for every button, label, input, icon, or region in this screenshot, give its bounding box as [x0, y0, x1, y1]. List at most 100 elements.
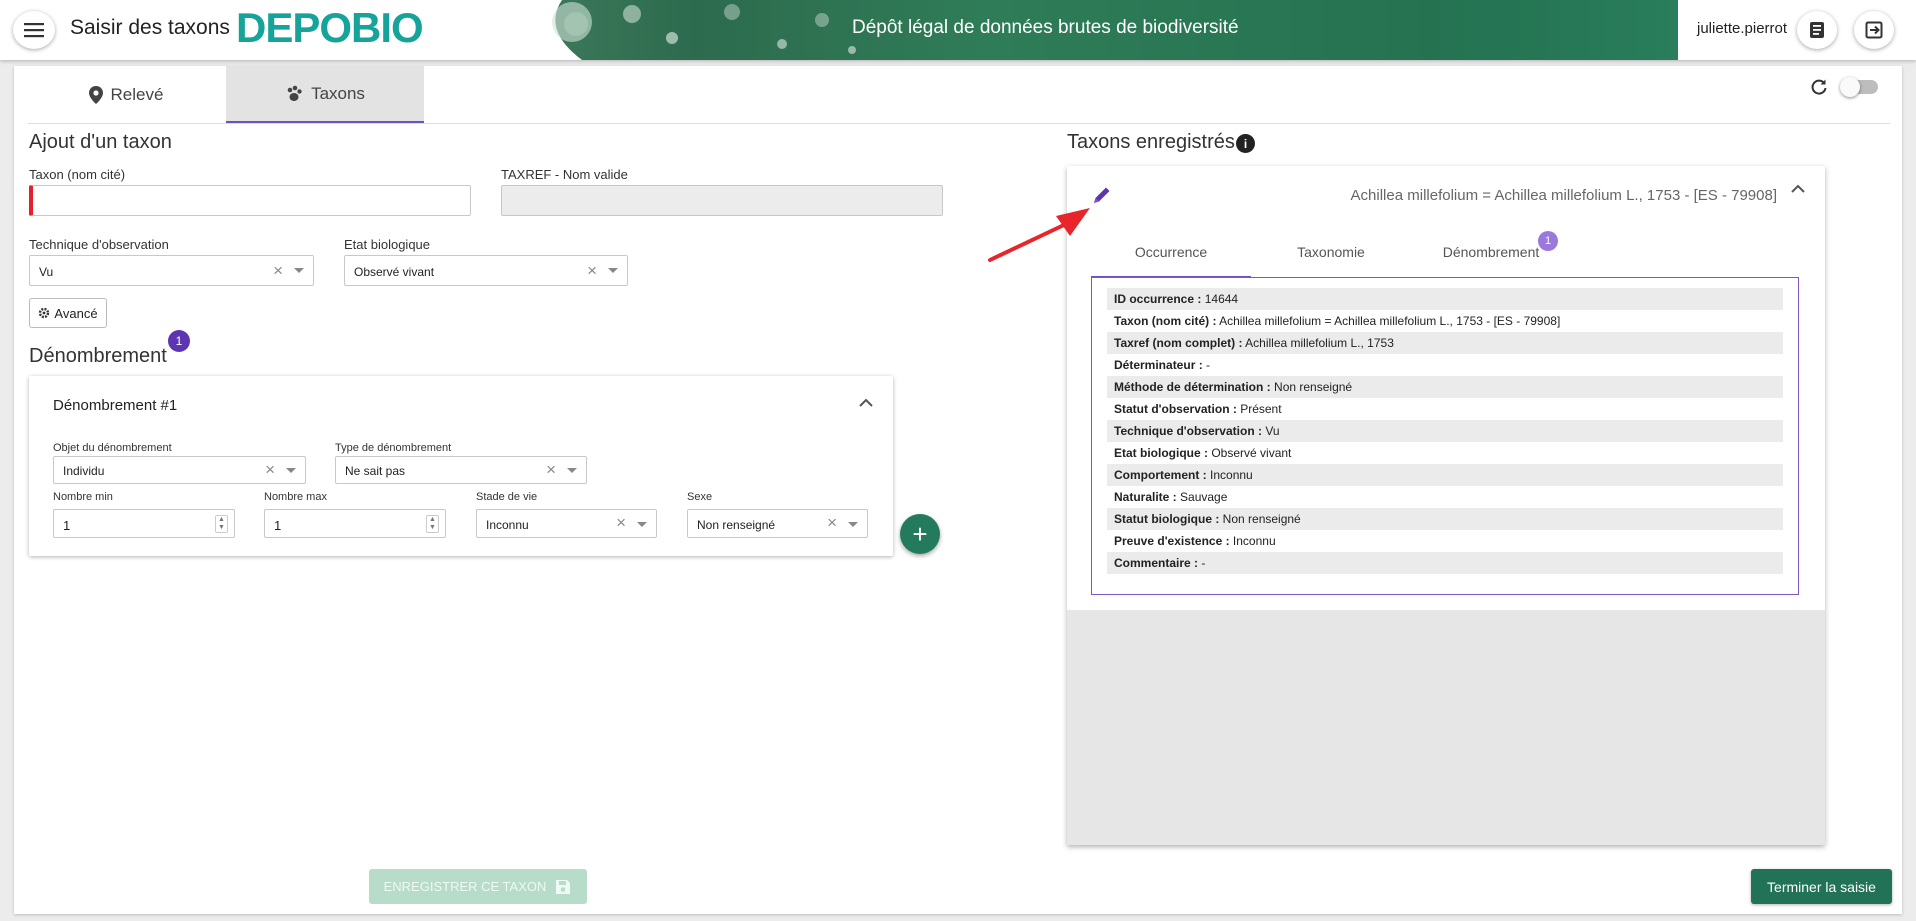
subtab-taxonomie[interactable]: Taxonomie: [1251, 244, 1411, 278]
stade-label: Stade de vie: [476, 491, 538, 503]
min-input[interactable]: 1 ▲ ▼: [53, 509, 235, 538]
detail-row: Etat biologique : Observé vivant: [1114, 446, 1292, 460]
detail-row: Preuve d'existence : Inconnu: [1114, 534, 1276, 548]
taxon-input[interactable]: [29, 185, 471, 216]
header-banner: Dépôt légal de données brutes de biodive…: [522, 0, 1678, 60]
saved-taxa-title: Taxons enregistrés: [1067, 131, 1235, 153]
clear-icon[interactable]: ×: [587, 261, 597, 281]
detail-row: Commentaire : -: [1107, 552, 1783, 574]
pencil-icon[interactable]: [1091, 184, 1113, 206]
banner-fade: [1428, 0, 1678, 60]
denombrement-title: Dénombrement: [29, 345, 167, 367]
book-icon: [1810, 22, 1824, 38]
logout-button[interactable]: [1854, 11, 1894, 49]
type-select[interactable]: Ne sait pas ×: [335, 456, 587, 484]
save-taxon-label: ENREGISTRER CE TAXON: [383, 879, 547, 894]
banner-text: Dépôt légal de données brutes de biodive…: [852, 17, 1239, 38]
sexe-select[interactable]: Non renseigné ×: [687, 509, 868, 538]
plus-icon: +: [912, 518, 928, 549]
etat-label: Etat biologique: [344, 237, 431, 252]
stade-value: Inconnu: [486, 518, 529, 532]
refresh-icon[interactable]: [1810, 78, 1828, 96]
gear-icon: [39, 307, 50, 319]
objet-value: Individu: [63, 464, 105, 478]
type-label: Type de dénombrement: [335, 442, 452, 454]
taxon-card: Achillea millefolium = Achillea millefol…: [1067, 166, 1825, 610]
user-name: juliette.pierrot: [1697, 20, 1788, 37]
spinner-icon[interactable]: ▲ ▼: [426, 515, 439, 533]
detail-row: Naturalite : Sauvage: [1114, 490, 1228, 504]
clear-icon[interactable]: ×: [546, 460, 556, 480]
top-bar: Saisir des taxons DEPOBIO Dépôt légal de…: [0, 0, 1916, 60]
caret-down-icon: [567, 468, 577, 473]
sexe-label: Sexe: [687, 491, 713, 503]
clear-icon[interactable]: ×: [273, 261, 283, 281]
app-title: Saisir des taxons: [70, 16, 230, 39]
add-denombrement-button[interactable]: +: [900, 514, 940, 554]
taxref-label: TAXREF - Nom valide: [501, 167, 628, 182]
paw-icon: [287, 85, 302, 101]
advanced-label: Avancé: [54, 305, 98, 321]
tab-taxons[interactable]: Taxons: [226, 66, 424, 123]
menu-button[interactable]: [13, 11, 55, 49]
subtab-occurrence[interactable]: Occurrence: [1091, 244, 1251, 278]
min-label: Nombre min: [53, 491, 113, 503]
clear-icon[interactable]: ×: [827, 513, 837, 533]
sexe-value: Non renseigné: [697, 518, 776, 532]
advanced-button[interactable]: Avancé: [29, 298, 107, 328]
annotation-arrow-icon: [988, 208, 1090, 262]
caret-down-icon: [286, 468, 296, 473]
min-value: 1: [63, 518, 71, 533]
detail-row: Taxref (nom complet) : Achillea millefol…: [1107, 332, 1783, 354]
taxon-card-header[interactable]: Achillea millefolium = Achillea millefol…: [1351, 187, 1777, 204]
info-icon[interactable]: i: [1236, 134, 1255, 153]
tab-taxons-label: Taxons: [311, 83, 365, 103]
banner-decoration: [522, 0, 856, 60]
taxon-label: Taxon (nom cité): [29, 167, 126, 182]
chevron-up-icon[interactable]: [1791, 182, 1805, 196]
detail-row: Comportement : Inconnu: [1107, 464, 1783, 486]
occurrence-details: ID occurrence : 14644 Taxon (nom cité) :…: [1091, 277, 1799, 595]
documentation-button[interactable]: [1797, 11, 1837, 49]
tabs-divider: [28, 123, 1890, 124]
stade-select[interactable]: Inconnu ×: [476, 509, 657, 538]
caret-down-icon: [608, 268, 618, 273]
toggle-knob: [1840, 77, 1860, 97]
finish-button[interactable]: Terminer la saisie: [1751, 869, 1892, 904]
technique-select[interactable]: Vu ×: [29, 255, 314, 286]
technique-label: Technique d'observation: [29, 237, 169, 252]
tab-releve[interactable]: Relevé: [28, 66, 224, 123]
chevron-up-icon[interactable]: [859, 398, 873, 407]
taxref-input: [501, 185, 943, 216]
caret-down-icon: [848, 522, 858, 527]
detail-row: Taxon (nom cité) : Achillea millefolium …: [1114, 314, 1561, 328]
clear-icon[interactable]: ×: [616, 513, 626, 533]
spinner-icon[interactable]: ▲ ▼: [215, 515, 228, 533]
saved-taxa-panel: Achillea millefolium = Achillea millefol…: [1067, 166, 1825, 845]
detail-row: ID occurrence : 14644: [1107, 288, 1783, 310]
tab-releve-label: Relevé: [110, 84, 164, 104]
max-input[interactable]: 1 ▲ ▼: [264, 509, 446, 538]
caret-down-icon: [637, 522, 647, 527]
save-taxon-button[interactable]: ENREGISTRER CE TAXON: [369, 869, 587, 904]
detail-row: Déterminateur : -: [1114, 358, 1211, 372]
type-value: Ne sait pas: [345, 464, 406, 478]
etat-select[interactable]: Observé vivant ×: [344, 255, 628, 286]
denombrement-card-title: Dénombrement #1: [53, 397, 178, 414]
menu-icon: [24, 23, 44, 38]
save-icon: [556, 879, 571, 894]
caret-down-icon: [294, 268, 304, 273]
map-marker-icon: [88, 85, 103, 104]
objet-select[interactable]: Individu ×: [53, 456, 306, 484]
clear-icon[interactable]: ×: [265, 460, 275, 480]
detail-row: Méthode de détermination : Non renseigné: [1107, 376, 1783, 398]
technique-value: Vu: [39, 265, 54, 279]
detail-row: Technique d'observation : Vu: [1107, 420, 1783, 442]
max-value: 1: [274, 518, 282, 533]
denombrement-badge: 1: [168, 330, 190, 352]
toggle-switch[interactable]: [1840, 77, 1878, 97]
brand-logo: DEPOBIO: [236, 4, 424, 51]
objet-label: Objet du dénombrement: [53, 442, 172, 454]
detail-row: Statut biologique : Non renseigné: [1107, 508, 1783, 530]
add-taxon-title: Ajout d'un taxon: [29, 131, 172, 153]
